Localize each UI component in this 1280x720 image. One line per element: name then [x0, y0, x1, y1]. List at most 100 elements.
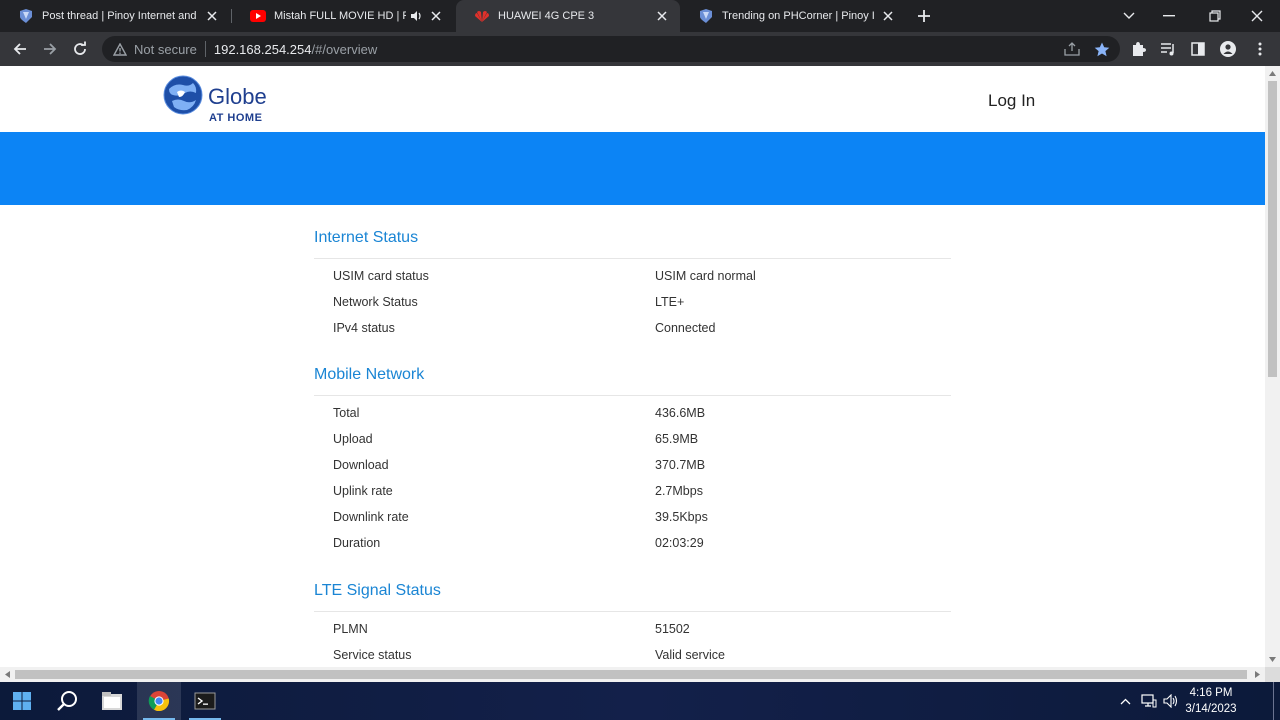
taskbar-clock[interactable]: 4:16 PM 3/14/2023 — [1180, 685, 1242, 717]
more-options-icon[interactable] — [1248, 37, 1272, 61]
login-link[interactable]: Log In — [988, 91, 1035, 111]
section-title-lte-signal-status: LTE Signal Status — [314, 582, 441, 599]
scroll-down-arrow-icon[interactable] — [1265, 652, 1280, 667]
bookmark-star-icon[interactable] — [1092, 40, 1112, 58]
scroll-up-arrow-icon[interactable] — [1265, 66, 1280, 81]
close-tab-icon[interactable] — [654, 8, 670, 24]
row-value: 51502 — [655, 622, 690, 636]
row-label: Upload — [333, 432, 373, 446]
close-window-button[interactable] — [1234, 0, 1280, 32]
side-panel-icon[interactable] — [1186, 37, 1210, 61]
url-host[interactable]: 192.168.254.254 — [214, 42, 312, 57]
extensions-puzzle-icon[interactable] — [1126, 37, 1150, 61]
restore-button[interactable] — [1192, 0, 1238, 32]
tray-overflow-chevron-icon[interactable] — [1116, 682, 1134, 720]
restore-icon — [1209, 10, 1221, 22]
vertical-scrollbar[interactable] — [1265, 66, 1280, 667]
taskbar-chrome[interactable] — [137, 682, 181, 720]
vertical-scroll-thumb[interactable] — [1268, 81, 1277, 377]
row-value: 2.7Mbps — [655, 484, 703, 498]
row-value: Connected — [655, 321, 716, 335]
browser-toolbar: Not secure 192.168.254.254/#/overview — [0, 32, 1280, 66]
tab-post-thread[interactable]: Post thread | Pinoy Internet and T — [0, 0, 230, 32]
clock-date: 3/14/2023 — [1185, 703, 1237, 715]
tab-trending-phcorner[interactable]: Trending on PHCorner | Pinoy Int — [680, 0, 906, 32]
chevron-down-icon — [1123, 12, 1135, 19]
media-controls-icon[interactable] — [1156, 37, 1180, 61]
row-label: Download — [333, 458, 389, 472]
forward-button[interactable] — [38, 37, 62, 61]
row-label: Uplink rate — [333, 484, 393, 498]
row-value: Valid service — [655, 648, 725, 662]
scroll-right-arrow-icon[interactable] — [1250, 667, 1265, 682]
volume-icon[interactable] — [1160, 682, 1182, 720]
taskbar-file-explorer[interactable] — [90, 682, 134, 720]
share-icon[interactable] — [1062, 40, 1082, 58]
horizontal-scrollbar[interactable] — [0, 667, 1265, 682]
terminal-icon — [194, 692, 216, 710]
page-header: Globe AT HOME Log In — [0, 66, 1265, 132]
close-tab-icon[interactable] — [880, 8, 896, 24]
section-divider — [314, 611, 951, 612]
section-divider — [314, 258, 951, 259]
row-value: 370.7MB — [655, 458, 706, 472]
file-explorer-icon — [102, 692, 122, 710]
security-label[interactable]: Not secure — [134, 42, 197, 57]
arrow-left-icon — [13, 43, 26, 55]
huawei-icon — [474, 8, 490, 24]
row-label: Service status — [333, 648, 412, 662]
row-value: 02:03:29 — [655, 536, 704, 550]
row-label: Network Status — [333, 295, 418, 309]
minimize-icon — [1163, 15, 1175, 17]
close-tab-icon[interactable] — [204, 8, 220, 24]
globe-at-home-logo[interactable]: Globe AT HOME — [163, 75, 273, 125]
hero-banner — [0, 132, 1265, 205]
back-button[interactable] — [8, 37, 32, 61]
show-desktop-button[interactable] — [1270, 682, 1276, 720]
reload-button[interactable] — [68, 37, 92, 61]
tab-title: Mistah FULL MOVIE HD | Rob — [274, 10, 406, 22]
row-value: 436.6MB — [655, 406, 706, 420]
tab-title: Post thread | Pinoy Internet and T — [42, 10, 198, 22]
row-value: 39.5Kbps — [655, 510, 708, 524]
section-title-mobile-network: Mobile Network — [314, 366, 425, 383]
warning-triangle-icon[interactable] — [112, 41, 128, 57]
logo-subtext: AT HOME — [209, 112, 263, 124]
row-label: Duration — [333, 536, 381, 550]
address-bar[interactable]: Not secure 192.168.254.254/#/overview — [102, 36, 1120, 62]
url-path[interactable]: /#/overview — [311, 42, 377, 57]
row-label: Downlink rate — [333, 510, 409, 524]
taskbar-search-button[interactable] — [46, 682, 90, 720]
windows-logo-icon — [13, 692, 31, 710]
search-icon — [57, 691, 77, 711]
youtube-icon — [250, 8, 266, 24]
row-value: USIM card normal — [655, 269, 756, 283]
network-icon[interactable] — [1138, 682, 1160, 720]
minimize-button[interactable] — [1146, 0, 1192, 32]
new-tab-button[interactable] — [914, 6, 934, 26]
horizontal-scroll-thumb[interactable] — [15, 670, 1247, 679]
tab-huawei-cpe[interactable]: HUAWEI 4G CPE 3 — [456, 0, 680, 32]
plus-icon — [918, 10, 930, 22]
scrollbar-corner — [1265, 667, 1280, 682]
chrome-icon — [148, 691, 170, 712]
taskbar-terminal[interactable] — [183, 682, 227, 720]
phcorner-icon — [698, 8, 714, 24]
profile-avatar-icon[interactable] — [1216, 37, 1240, 61]
reload-icon — [74, 41, 86, 55]
speaker-icon[interactable] — [410, 10, 422, 22]
clock-time: 4:16 PM — [1189, 687, 1233, 699]
row-label: Total — [333, 406, 360, 420]
row-label: USIM card status — [333, 269, 429, 283]
scroll-left-arrow-icon[interactable] — [0, 667, 15, 682]
close-tab-icon[interactable] — [428, 8, 444, 24]
section-title-internet-status: Internet Status — [314, 229, 419, 246]
phcorner-icon — [18, 8, 34, 24]
start-button[interactable] — [0, 682, 44, 720]
page-viewport: Globe AT HOME Log In Internet Status USI… — [0, 66, 1265, 667]
tab-mistah-movie[interactable]: Mistah FULL MOVIE HD | Rob — [232, 0, 454, 32]
globe-logo-icon — [163, 75, 203, 115]
tab-title: Trending on PHCorner | Pinoy Int — [722, 10, 874, 22]
row-value: LTE+ — [655, 295, 685, 309]
tab-title: HUAWEI 4G CPE 3 — [498, 10, 595, 22]
